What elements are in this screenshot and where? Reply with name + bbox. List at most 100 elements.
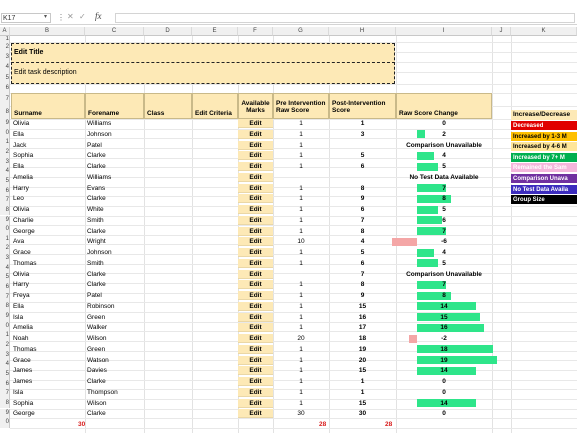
score-change-cell[interactable]: 0: [396, 119, 492, 128]
row-header[interactable]: 6: [0, 84, 10, 93]
pre-score-cell[interactable]: 1: [273, 323, 329, 332]
column-header[interactable]: D: [144, 27, 192, 36]
forename-cell[interactable]: Walker: [87, 323, 144, 332]
column-header[interactable]: G: [273, 27, 329, 36]
score-change-cell[interactable]: 14: [396, 399, 492, 408]
pre-score-cell[interactable]: 1: [273, 184, 329, 193]
row-header[interactable]: 1: [0, 138, 10, 148]
surname-cell[interactable]: Leo: [13, 194, 85, 203]
edit-marks-button[interactable]: Edit: [238, 172, 273, 182]
pre-score-cell[interactable]: 1: [273, 366, 329, 375]
edit-marks-button[interactable]: Edit: [238, 194, 273, 204]
score-change-cell[interactable]: 14: [396, 302, 492, 311]
score-change-cell[interactable]: 4: [396, 248, 492, 257]
pre-score-cell[interactable]: [273, 270, 329, 279]
post-score-cell[interactable]: 1: [329, 119, 396, 128]
post-score-cell[interactable]: 16: [329, 313, 396, 322]
forename-cell[interactable]: Patel: [87, 141, 144, 150]
edit-marks-button[interactable]: Edit: [238, 291, 273, 300]
post-score-cell[interactable]: 15: [329, 399, 396, 408]
post-score-cell[interactable]: 6: [329, 259, 396, 268]
edit-marks-button[interactable]: Edit: [238, 387, 273, 397]
edit-marks-button[interactable]: Edit: [238, 323, 273, 333]
surname-cell[interactable]: Amelia: [13, 323, 85, 332]
edit-marks-button[interactable]: Edit: [238, 162, 273, 171]
column-header[interactable]: K: [511, 27, 577, 36]
pre-score-cell[interactable]: 1: [273, 302, 329, 311]
cancel-icon[interactable]: ✕: [67, 12, 74, 21]
pre-score-cell[interactable]: 1: [273, 248, 329, 257]
post-score-cell[interactable]: 6: [329, 162, 396, 171]
pre-score-cell[interactable]: 1: [273, 194, 329, 203]
title-box[interactable]: [11, 43, 395, 84]
surname-cell[interactable]: Grace: [13, 248, 85, 257]
edit-marks-button[interactable]: Edit: [238, 119, 273, 128]
column-header[interactable]: J: [492, 27, 511, 36]
pre-score-cell[interactable]: 1: [273, 280, 329, 289]
pre-score-cell[interactable]: 1: [273, 119, 329, 128]
surname-cell[interactable]: Thomas: [13, 259, 85, 268]
column-header[interactable]: I: [396, 27, 492, 36]
surname-cell[interactable]: Ella: [13, 130, 85, 139]
row-header[interactable]: 3: [0, 52, 10, 62]
row-header[interactable]: 5: [0, 369, 10, 380]
score-change-cell[interactable]: 7: [396, 184, 492, 193]
surname-cell[interactable]: Sophia: [13, 151, 85, 160]
forename-cell[interactable]: Evans: [87, 184, 144, 193]
row-header[interactable]: 9: [0, 215, 10, 226]
score-change-cell[interactable]: -2: [396, 334, 492, 343]
surname-cell[interactable]: Charlie: [13, 216, 85, 225]
post-score-cell[interactable]: 6: [329, 205, 396, 214]
row-header[interactable]: 7: [0, 93, 10, 106]
edit-marks-button[interactable]: Edit: [238, 183, 273, 193]
score-change-cell[interactable]: 8: [396, 291, 492, 300]
score-change-cell[interactable]: 0: [396, 377, 492, 386]
forename-cell[interactable]: Wilson: [87, 399, 144, 408]
row-header[interactable]: 8: [0, 398, 10, 409]
forename-cell[interactable]: Patel: [87, 291, 144, 300]
surname-cell[interactable]: James: [13, 366, 85, 375]
pre-score-cell[interactable]: 30: [273, 409, 329, 418]
forename-cell[interactable]: White: [87, 205, 144, 214]
edit-marks-button[interactable]: Edit: [238, 205, 273, 214]
row-header[interactable]: 3: [0, 157, 10, 168]
fx-label[interactable]: fx: [95, 11, 102, 21]
row-header[interactable]: 9: [0, 119, 10, 129]
post-score-cell[interactable]: [329, 141, 396, 150]
edit-marks-button[interactable]: Edit: [238, 366, 273, 376]
surname-cell[interactable]: George: [13, 227, 85, 236]
formula-input[interactable]: [115, 13, 575, 23]
forename-cell[interactable]: Green: [87, 313, 144, 322]
surname-cell[interactable]: Sophia: [13, 399, 85, 408]
task-description[interactable]: Edit task description: [14, 69, 77, 76]
post-score-cell[interactable]: 8: [329, 227, 396, 236]
post-score-cell[interactable]: 30: [329, 409, 396, 418]
row-header[interactable]: 6: [0, 283, 10, 293]
surname-cell[interactable]: Ella: [13, 162, 85, 171]
forename-cell[interactable]: Williams: [87, 119, 144, 128]
column-header[interactable]: H: [329, 27, 396, 36]
score-change-cell[interactable]: 0: [396, 409, 492, 418]
post-score-cell[interactable]: 7: [329, 270, 396, 279]
forename-cell[interactable]: Clarke: [87, 377, 144, 386]
row-header[interactable]: 5: [0, 273, 10, 284]
row-header[interactable]: 8: [0, 106, 10, 119]
score-change-cell[interactable]: 4: [396, 151, 492, 160]
forename-cell[interactable]: Davies: [87, 366, 144, 375]
forename-cell[interactable]: Robinson: [87, 302, 144, 311]
edit-marks-button[interactable]: Edit: [238, 258, 273, 268]
row-header[interactable]: 2: [0, 244, 10, 255]
post-score-cell[interactable]: 5: [329, 248, 396, 257]
post-score-cell[interactable]: 17: [329, 323, 396, 332]
pre-score-cell[interactable]: 1: [273, 216, 329, 225]
row-header[interactable]: 9: [0, 312, 10, 322]
pre-score-cell[interactable]: 1: [273, 130, 329, 139]
score-change-cell[interactable]: No Test Data Available: [396, 173, 492, 182]
row-header[interactable]: 0: [0, 418, 10, 428]
forename-cell[interactable]: Thompson: [87, 388, 144, 397]
column-header[interactable]: C: [85, 27, 144, 36]
row-header[interactable]: 8: [0, 205, 10, 216]
pre-score-cell[interactable]: 10: [273, 237, 329, 246]
row-header[interactable]: 4: [0, 62, 10, 72]
pre-score-cell[interactable]: 1: [273, 345, 329, 354]
